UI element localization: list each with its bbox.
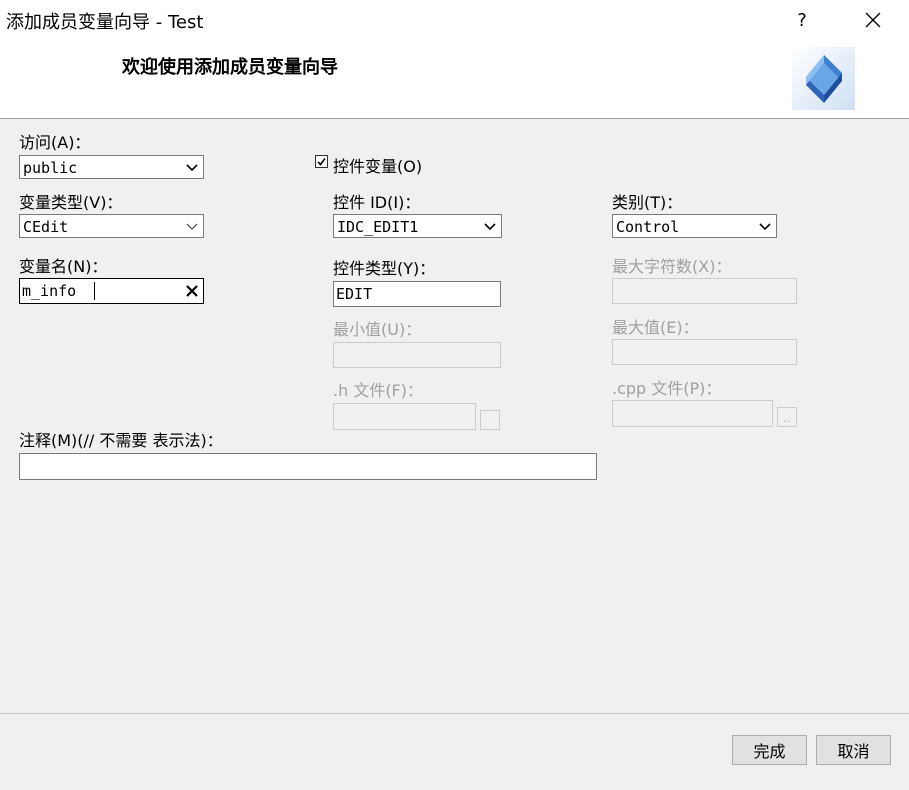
h-file-browse-button [480, 410, 500, 430]
access-select[interactable]: public [19, 155, 204, 179]
close-button[interactable] [853, 4, 893, 36]
chevron-down-icon [759, 223, 771, 231]
var-name-input[interactable]: m_info [19, 278, 204, 304]
var-type-label: 变量类型(V)： [19, 193, 123, 212]
cube-icon [792, 47, 855, 110]
category-value: Control [616, 218, 680, 236]
close-icon [865, 12, 881, 28]
comment-input[interactable] [19, 453, 597, 480]
max-chars-label: 最大字符数(X)： [612, 257, 732, 276]
control-id-select[interactable]: IDC_EDIT1 [333, 214, 502, 238]
min-value-input [333, 342, 501, 368]
title-bar: 添加成员变量向导 - Test ? [0, 0, 909, 39]
chevron-down-icon [484, 223, 496, 231]
category-select[interactable]: Control [612, 214, 777, 238]
cpp-file-input [612, 400, 773, 427]
control-var-checkbox[interactable] [314, 154, 330, 170]
category-label: 类别(T)： [612, 193, 683, 212]
chevron-down-icon [186, 164, 198, 172]
control-type-value: EDIT [336, 285, 373, 303]
var-name-label: 变量名(N)： [19, 257, 108, 276]
max-value-label: 最大值(E)： [612, 318, 699, 337]
cpp-file-browse-button: .. [777, 407, 797, 427]
cpp-file-label: .cpp 文件(P)： [612, 379, 722, 398]
control-id-value: IDC_EDIT1 [337, 218, 419, 236]
h-file-label: .h 文件(F)： [333, 381, 424, 400]
h-file-input [333, 403, 476, 430]
help-button[interactable]: ? [782, 4, 822, 36]
max-chars-input [612, 278, 797, 304]
wizard-header: 欢迎使用添加成员变量向导 [0, 39, 909, 119]
wizard-heading: 欢迎使用添加成员变量向导 [122, 57, 338, 78]
text-cursor [94, 282, 95, 300]
comment-label: 注释(M)(// 不需要 表示法)： [19, 431, 223, 450]
chevron-down-icon [186, 223, 198, 230]
var-type-select[interactable]: CEdit [19, 214, 204, 238]
finish-button[interactable]: 完成 [732, 735, 807, 765]
var-name-value: m_info [22, 282, 77, 300]
control-var-label[interactable]: 控件变量(O) [333, 153, 422, 177]
footer-divider [0, 713, 909, 714]
access-label: 访问(A)： [19, 133, 91, 152]
cancel-button[interactable]: 取消 [816, 735, 891, 765]
checkbox-checked-icon [315, 155, 328, 168]
min-value-label: 最小值(U)： [333, 320, 422, 339]
window-title: 添加成员变量向导 - Test [6, 12, 204, 33]
control-type-label: 控件类型(Y)： [333, 259, 436, 278]
clear-icon[interactable] [185, 284, 199, 298]
control-type-input[interactable]: EDIT [333, 281, 501, 307]
access-value: public [23, 159, 78, 177]
control-id-label: 控件 ID(I)： [333, 193, 421, 212]
var-type-value: CEdit [23, 218, 69, 236]
max-value-input [612, 339, 797, 365]
